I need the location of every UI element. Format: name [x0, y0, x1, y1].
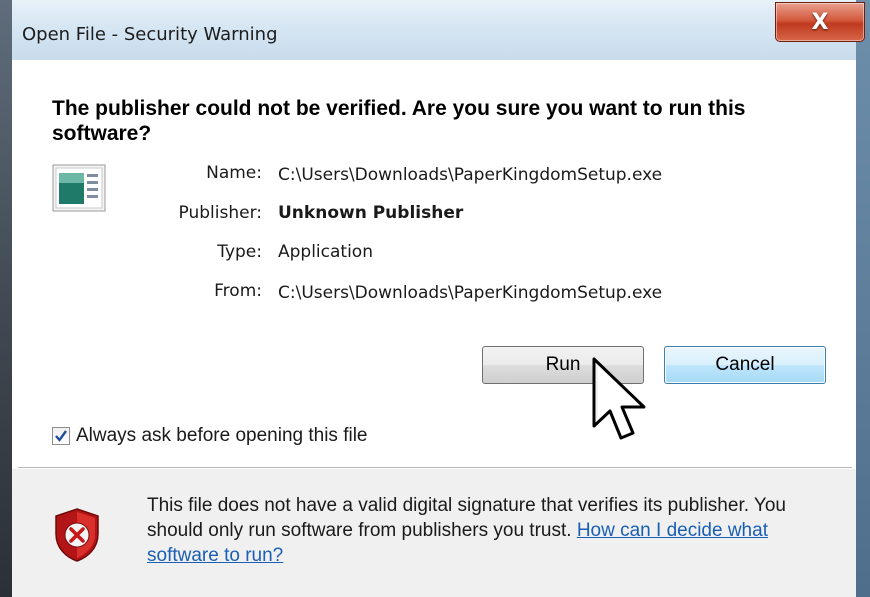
close-button[interactable]: X	[775, 2, 865, 42]
background-window-edge	[0, 0, 12, 597]
name-label: Name:	[206, 163, 262, 183]
publisher-label: Publisher:	[178, 203, 262, 223]
always-ask-checkbox-row[interactable]: Always ask before opening this file	[52, 425, 368, 447]
type-label: Type:	[217, 242, 262, 262]
checkmark-icon	[55, 430, 67, 442]
footer-message: This file does not have a valid digital …	[147, 493, 837, 568]
always-ask-checkbox[interactable]	[52, 427, 70, 445]
footer-panel: This file does not have a valid digital …	[12, 469, 856, 597]
warning-headline: The publisher could not be verified. Are…	[52, 97, 746, 145]
dialog-body: The publisher could not be verified. Are…	[12, 60, 856, 597]
close-icon: X	[811, 9, 829, 35]
publisher-value: Unknown Publisher	[278, 203, 464, 223]
always-ask-label: Always ask before opening this file	[76, 425, 368, 446]
from-label: From:	[214, 281, 262, 301]
type-value: Application	[278, 242, 373, 262]
from-value: C:\Users\Downloads\PaperKingdomSetup.exe	[278, 283, 663, 303]
window-title: Open File - Security Warning	[22, 24, 278, 45]
desktop-edge	[856, 0, 870, 597]
name-value: C:\Users\Downloads\PaperKingdomSetup.exe	[278, 165, 663, 185]
shield-error-icon	[52, 507, 102, 563]
cancel-button[interactable]: Cancel	[664, 346, 826, 384]
title-bar[interactable]: Open File - Security Warning X	[12, 0, 865, 61]
mouse-pointer-icon	[591, 356, 663, 466]
